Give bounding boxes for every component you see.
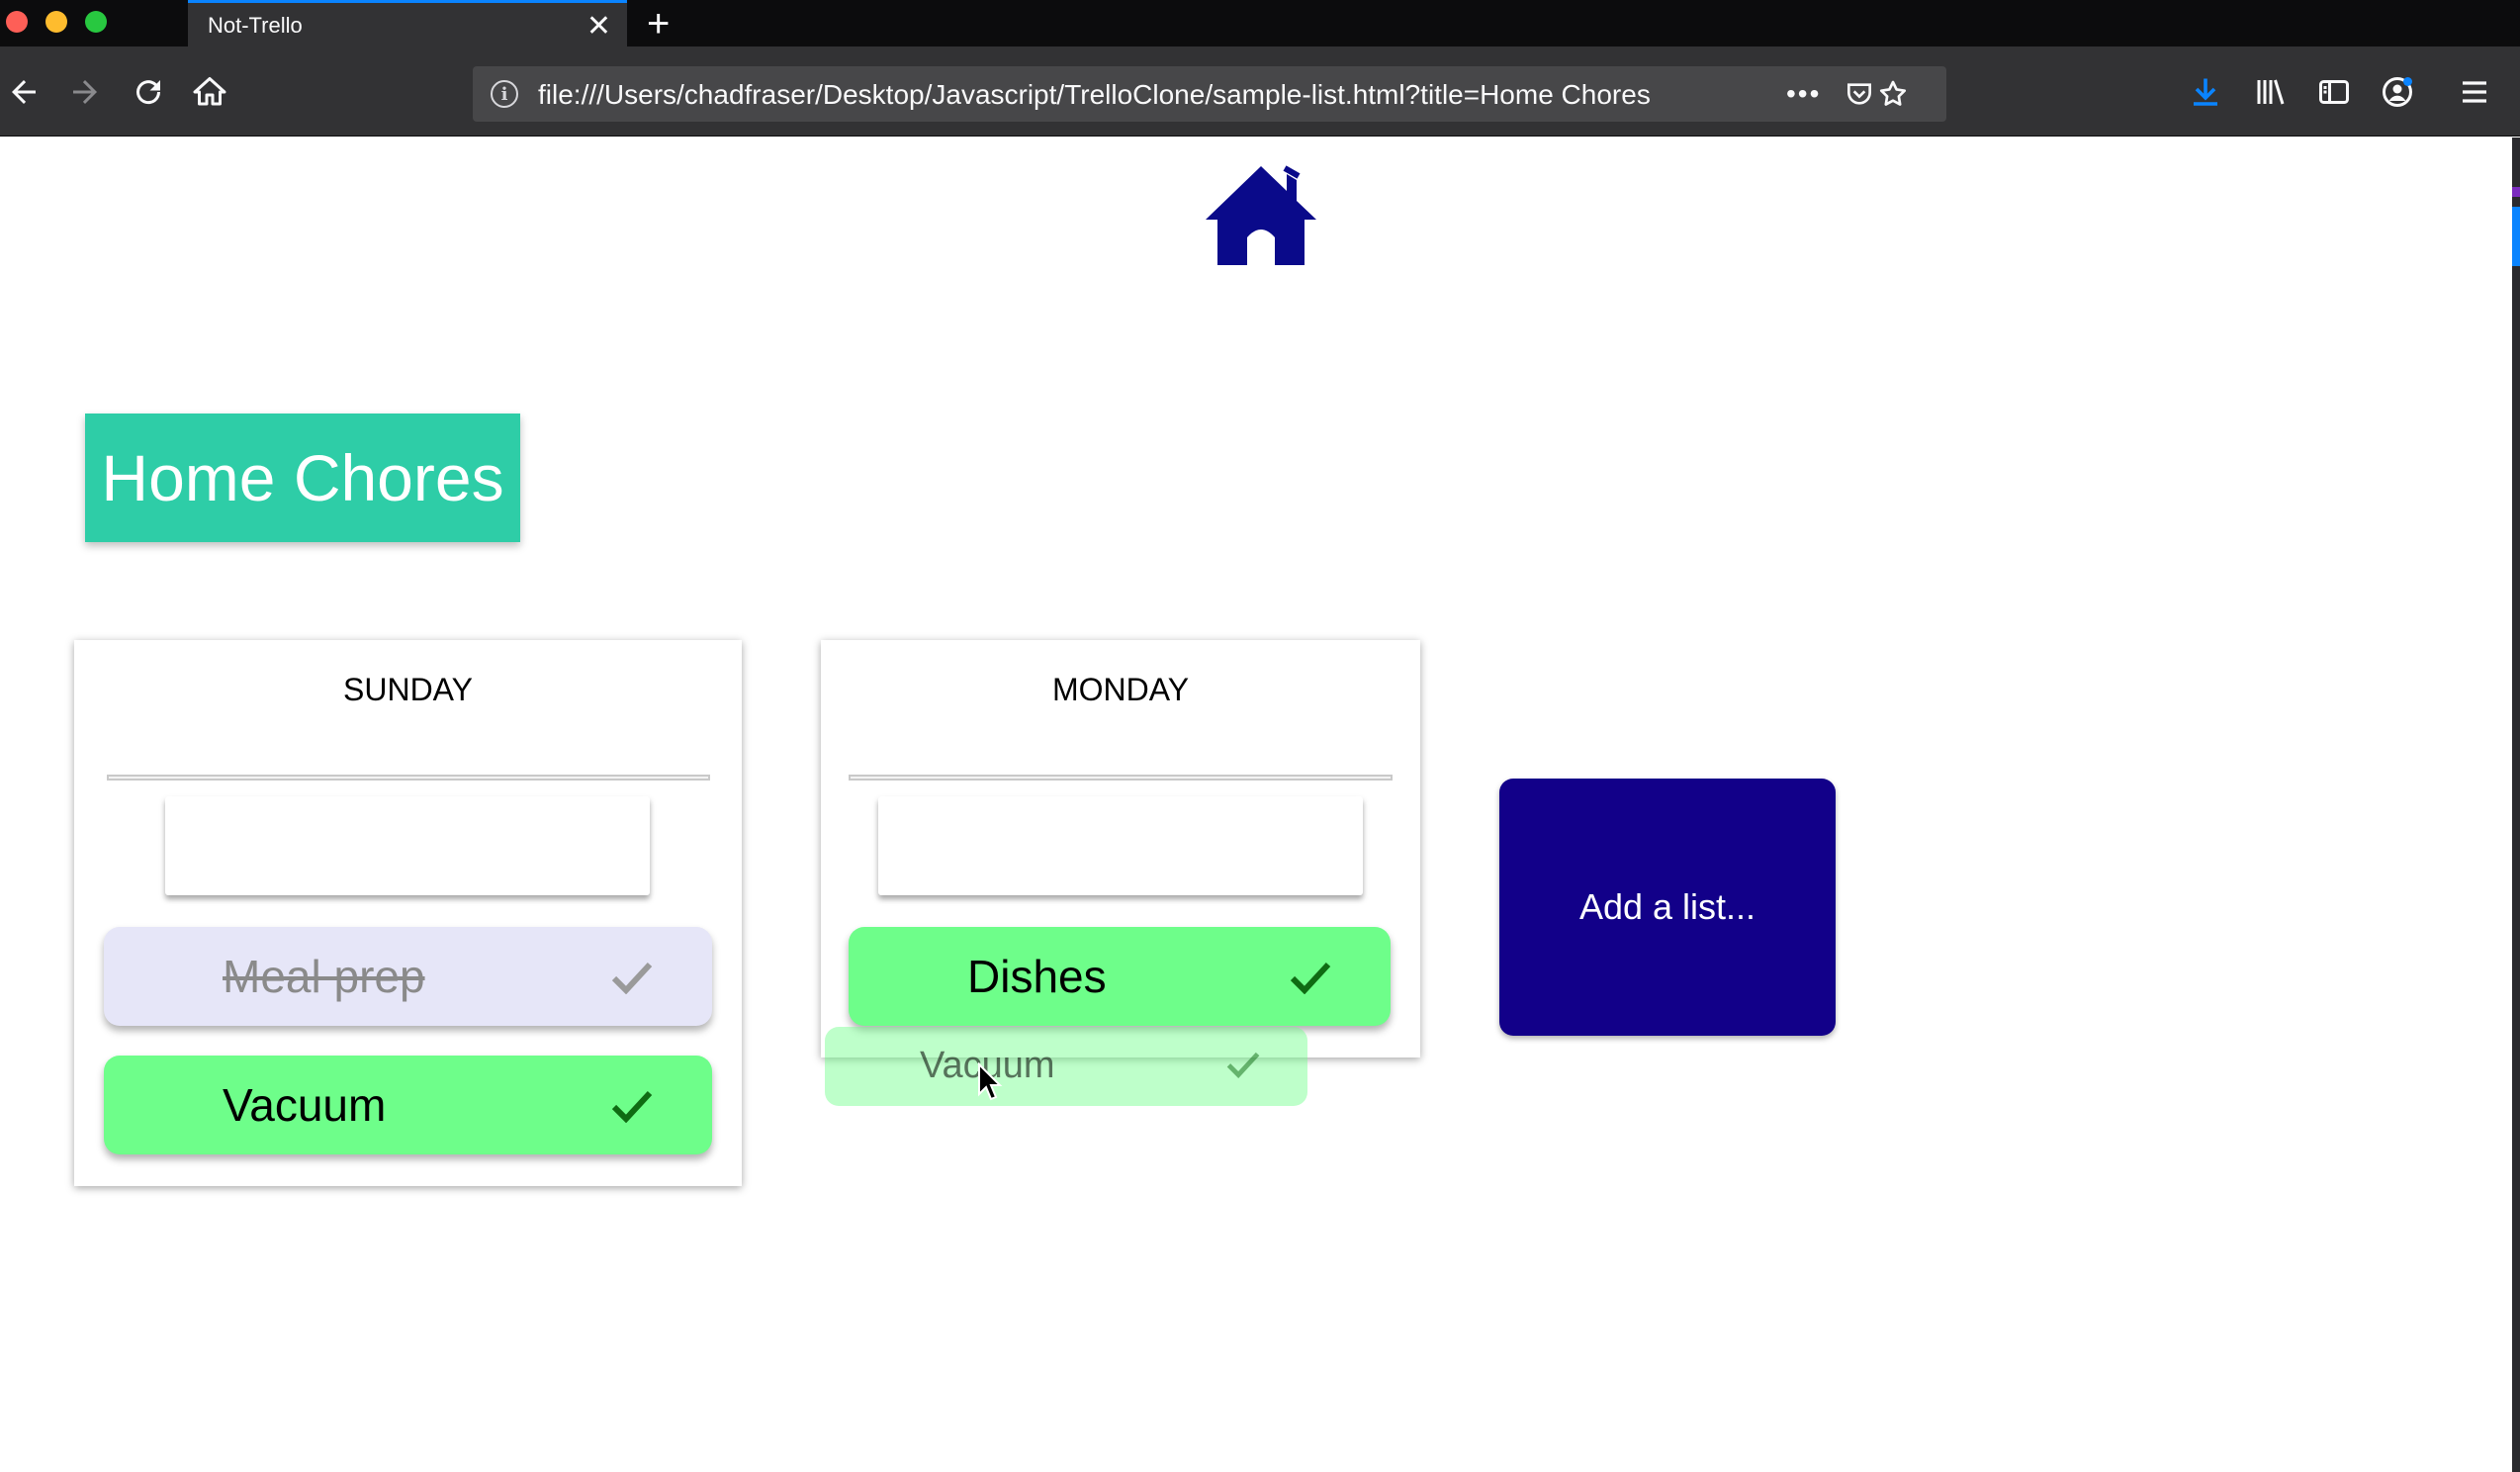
list-item[interactable]: Vacuum	[104, 1056, 712, 1154]
list-divider	[107, 775, 710, 781]
list-divider	[849, 775, 1393, 781]
page-scrollbar[interactable]	[2512, 138, 2520, 1472]
arrow-right-icon	[73, 80, 97, 104]
checkmark-icon[interactable]	[611, 961, 653, 994]
mouse-cursor-icon	[978, 1062, 1003, 1101]
list-monday: MONDAY Dishes	[821, 640, 1420, 1058]
tab-title: Not-Trello	[208, 13, 303, 38]
maximize-window-button[interactable]	[85, 11, 107, 33]
tab-close-icon[interactable]: ✕	[586, 9, 611, 44]
list-header[interactable]: MONDAY	[821, 672, 1420, 708]
list-item[interactable]: Dishes	[849, 927, 1391, 1026]
library-icon[interactable]	[2251, 72, 2291, 112]
close-window-button[interactable]	[6, 11, 28, 33]
new-tab-button[interactable]: +	[647, 2, 670, 46]
hamburger-menu-icon[interactable]	[2455, 72, 2494, 112]
board-title[interactable]: Home Chores	[85, 414, 520, 542]
bookmark-star-icon[interactable]	[1877, 78, 1909, 110]
site-info-icon[interactable]: i	[491, 80, 518, 108]
new-card-input[interactable]	[878, 796, 1363, 895]
tab-not-trello[interactable]: Not-Trello ✕	[188, 0, 627, 46]
browser-titlebar: Not-Trello ✕ +	[0, 0, 2520, 46]
url-bar[interactable]: i file:///Users/chadfraser/Desktop/Javas…	[473, 66, 1946, 122]
list-header[interactable]: SUNDAY	[74, 672, 742, 708]
home-icon	[193, 77, 226, 106]
card-text: Vacuum	[223, 1079, 387, 1131]
browser-navbar: i file:///Users/chadfraser/Desktop/Javas…	[0, 46, 2520, 137]
home-button[interactable]	[186, 68, 233, 116]
minimize-window-button[interactable]	[45, 11, 67, 33]
url-text[interactable]: file:///Users/chadfraser/Desktop/Javascr…	[538, 79, 1651, 111]
account-icon[interactable]	[2378, 72, 2417, 112]
scroll-thumb[interactable]	[2512, 207, 2520, 266]
reload-icon	[136, 80, 161, 105]
sidebar-icon[interactable]	[2314, 72, 2354, 112]
card-text: Dishes	[967, 951, 1107, 1002]
forward-button[interactable]	[61, 68, 109, 116]
add-list-button[interactable]: Add a list...	[1499, 779, 1836, 1036]
page-content: Home Chores SUNDAY Meal prep Vacuum MOND…	[0, 138, 2512, 1472]
pocket-icon[interactable]	[1844, 78, 1875, 110]
page-actions-icon[interactable]: •••	[1786, 78, 1821, 110]
list-item[interactable]: Meal prep	[104, 927, 712, 1026]
checkmark-icon[interactable]	[1290, 961, 1331, 994]
arrow-left-icon	[12, 80, 36, 104]
house-icon[interactable]	[1202, 160, 1320, 271]
checkmark-icon	[1226, 1052, 1260, 1078]
card-text: Meal prep	[223, 951, 425, 1002]
dragging-card[interactable]: Vacuum	[825, 1027, 1307, 1106]
checkmark-icon[interactable]	[611, 1089, 653, 1123]
scroll-marker	[2512, 187, 2520, 197]
list-sunday: SUNDAY Meal prep Vacuum	[74, 640, 742, 1186]
new-card-input[interactable]	[165, 796, 650, 895]
reload-button[interactable]	[125, 68, 172, 116]
back-button[interactable]	[0, 68, 47, 116]
downloads-icon[interactable]	[2186, 72, 2225, 112]
